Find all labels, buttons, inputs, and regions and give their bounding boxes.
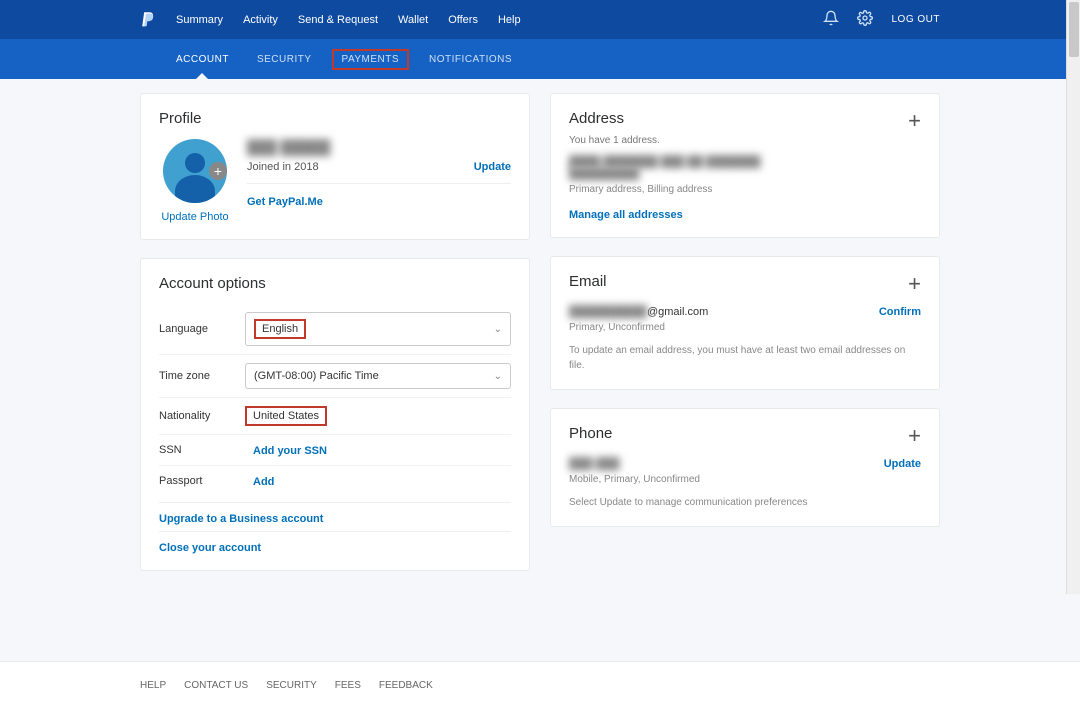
phone-value: ███-███ [569, 458, 619, 470]
profile-name: ███ █████ [247, 139, 511, 155]
add-phone-icon[interactable]: + [908, 425, 921, 447]
account-options-card: Account options Language English ⌄ Time … [140, 258, 530, 571]
address-line2: █████████ [569, 168, 921, 180]
profile-heading: Profile [159, 110, 511, 127]
address-heading: Address [569, 110, 624, 127]
address-meta: Primary address, Billing address [569, 184, 921, 195]
topbar: Summary Activity Send & Request Wallet O… [0, 0, 1080, 39]
timezone-label: Time zone [159, 370, 245, 382]
settings-gear-icon[interactable] [857, 10, 873, 29]
email-heading: Email [569, 273, 607, 290]
tab-payments[interactable]: PAYMENTS [340, 41, 402, 78]
ssn-label: SSN [159, 444, 245, 456]
scrollbar-thumb[interactable] [1069, 2, 1079, 57]
nationality-value: United States [245, 406, 327, 426]
get-paypalme-link[interactable]: Get PayPal.Me [247, 196, 511, 208]
upgrade-business-link[interactable]: Upgrade to a Business account [159, 502, 511, 525]
notifications-icon[interactable] [823, 10, 839, 29]
add-ssn-link[interactable]: Add your SSN [245, 445, 327, 457]
email-value: ██████████@gmail.com [569, 306, 708, 318]
logout-link[interactable]: LOG OUT [891, 14, 940, 25]
avatar-add-icon[interactable]: + [209, 162, 227, 180]
nav-activity[interactable]: Activity [243, 14, 278, 26]
phone-note: Select Update to manage communication pr… [569, 495, 921, 510]
passport-label: Passport [159, 475, 245, 487]
profile-card: Profile + Update Photo ███ █████ Joined … [140, 93, 530, 240]
add-address-icon[interactable]: + [908, 110, 921, 132]
avatar[interactable]: + [163, 139, 227, 203]
close-account-link[interactable]: Close your account [159, 531, 511, 554]
chevron-down-icon: ⌄ [494, 324, 502, 335]
scrollbar[interactable] [1066, 0, 1080, 594]
email-card: Email + ██████████@gmail.com Confirm Pri… [550, 256, 940, 390]
footer-fees[interactable]: FEES [335, 680, 361, 691]
phone-heading: Phone [569, 425, 612, 442]
email-confirm-link[interactable]: Confirm [879, 306, 921, 318]
language-label: Language [159, 323, 245, 335]
chevron-down-icon: ⌄ [494, 371, 502, 382]
nav-help[interactable]: Help [498, 14, 521, 26]
address-count: You have 1 address. [569, 135, 921, 146]
nav-main: Summary Activity Send & Request Wallet O… [176, 14, 521, 26]
tab-security[interactable]: SECURITY [257, 41, 312, 78]
email-note: To update an email address, you must hav… [569, 343, 921, 373]
tab-notifications[interactable]: NOTIFICATIONS [429, 41, 512, 78]
footer-security[interactable]: SECURITY [266, 680, 317, 691]
phone-card: Phone + ███-███ Update Mobile, Primary, … [550, 408, 940, 527]
timezone-select[interactable]: (GMT-08:00) Pacific Time ⌄ [245, 363, 511, 389]
phone-update-link[interactable]: Update [884, 458, 921, 470]
settings-tabs: ACCOUNT SECURITY PAYMENTS NOTIFICATIONS [0, 39, 1080, 79]
paypal-logo-icon [140, 11, 156, 29]
footer: HELP CONTACT US SECURITY FEES FEEDBACK [0, 661, 1080, 709]
add-email-icon[interactable]: + [908, 273, 921, 295]
tab-account[interactable]: ACCOUNT [176, 41, 229, 78]
joined-text: Joined in 2018 [247, 161, 319, 173]
phone-meta: Mobile, Primary, Unconfirmed [569, 474, 921, 485]
nav-offers[interactable]: Offers [448, 14, 478, 26]
address-card: Address + You have 1 address. ████ █████… [550, 93, 940, 238]
profile-update-link[interactable]: Update [474, 161, 511, 173]
nav-wallet[interactable]: Wallet [398, 14, 428, 26]
footer-contact[interactable]: CONTACT US [184, 680, 248, 691]
nav-summary[interactable]: Summary [176, 14, 223, 26]
language-select[interactable]: English ⌄ [245, 312, 511, 346]
account-options-heading: Account options [159, 275, 511, 292]
footer-feedback[interactable]: FEEDBACK [379, 680, 433, 691]
email-meta: Primary, Unconfirmed [569, 322, 921, 333]
nav-send-request[interactable]: Send & Request [298, 14, 378, 26]
footer-help[interactable]: HELP [140, 680, 166, 691]
update-photo-link[interactable]: Update Photo [161, 211, 228, 223]
add-passport-link[interactable]: Add [245, 476, 274, 488]
address-line1: ████ ███████ ███ ██ ███████ [569, 156, 921, 168]
nationality-label: Nationality [159, 410, 245, 422]
manage-addresses-link[interactable]: Manage all addresses [569, 209, 683, 221]
